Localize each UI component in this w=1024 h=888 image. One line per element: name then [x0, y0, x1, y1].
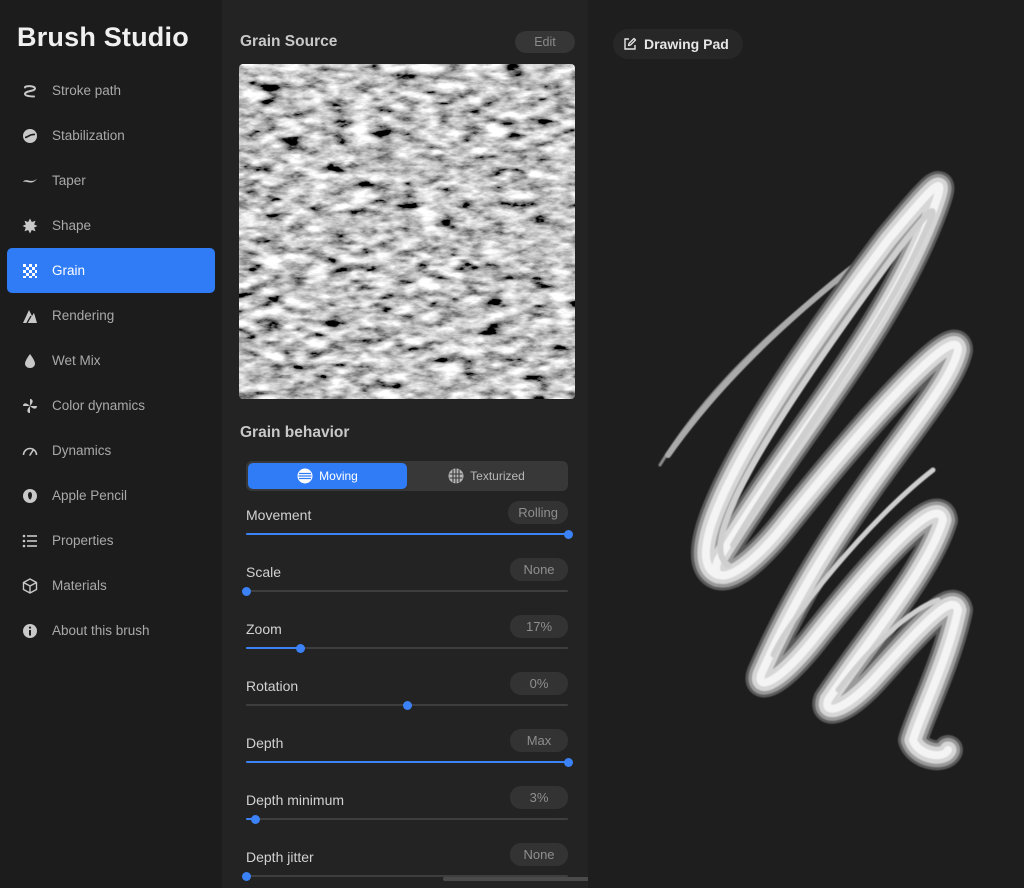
shape-icon [21, 217, 39, 235]
slider-label: Zoom [246, 621, 282, 637]
wet-mix-icon [21, 352, 39, 370]
slider-value-badge[interactable]: 0% [510, 672, 568, 695]
sidebar-item-label: Taper [52, 173, 86, 188]
brush-stroke-preview [658, 171, 973, 771]
sidebar-item-label: Apple Pencil [52, 488, 128, 503]
sidebar-item-properties[interactable]: Properties [7, 518, 215, 563]
properties-icon [21, 532, 39, 550]
slider-label: Movement [246, 507, 312, 523]
texturized-mode-button[interactable]: Texturized [407, 463, 566, 489]
slider-label: Depth minimum [246, 792, 345, 808]
slider-label: Depth [246, 735, 284, 751]
taper-icon [21, 172, 39, 190]
slider-value-badge[interactable]: None [510, 843, 568, 866]
sidebar-item-taper[interactable]: Taper [7, 158, 215, 203]
slider-thumb[interactable] [241, 871, 251, 881]
sidebar-item-grain[interactable]: Grain [7, 248, 215, 293]
sidebar-item-label: Wet Mix [52, 353, 101, 368]
sidebar-item-label: Shape [52, 218, 92, 233]
slider-value-badge[interactable]: 3% [510, 786, 568, 809]
sidebar-item-wet-mix[interactable]: Wet Mix [7, 338, 215, 383]
sidebar-item-rendering[interactable]: Rendering [7, 293, 215, 338]
slider-label: Scale [246, 564, 282, 580]
slider-thumb[interactable] [563, 529, 573, 539]
moving-mode-button[interactable]: Moving [248, 463, 407, 489]
sidebar-item-label: About this brush [52, 623, 150, 638]
materials-icon [21, 577, 39, 595]
grain-behavior-title: Grain behavior [240, 424, 350, 441]
zoom-slider[interactable] [246, 643, 568, 653]
rotation-slider[interactable] [246, 700, 568, 710]
grain-icon [21, 262, 39, 280]
apple-pencil-icon [21, 487, 39, 505]
grain-settings-panel: Grain Source Edit Grain behavior Moving [222, 0, 588, 888]
grain-source-title: Grain Source [240, 33, 338, 50]
sidebar-item-label: Stroke path [52, 83, 122, 98]
edit-grain-button[interactable]: Edit [515, 31, 575, 53]
depth-slider[interactable] [246, 757, 573, 767]
rendering-icon [21, 307, 39, 325]
sidebar-item-color-dynamics[interactable]: Color dynamics [7, 383, 215, 428]
sidebar-item-label: Color dynamics [52, 398, 146, 413]
slider-value-badge[interactable]: 17% [510, 615, 568, 638]
sidebar-item-materials[interactable]: Materials [7, 563, 215, 608]
depth-minimum-slider[interactable] [246, 814, 568, 824]
sidebar-nav: Stroke path Stabilization Taper Shape Gr… [7, 68, 215, 653]
slider-value-badge[interactable]: Max [510, 729, 568, 752]
slider-value-badge[interactable]: None [510, 558, 568, 581]
sidebar-item-label: Materials [52, 578, 107, 593]
texturized-mode-label: Texturized [470, 469, 525, 483]
stroke-path-icon [21, 82, 39, 100]
sidebar-item-shape[interactable]: Shape [7, 203, 215, 248]
app-title: Brush Studio [17, 22, 189, 52]
sidebar-item-about-this-brush[interactable]: About this brush [7, 608, 215, 653]
moving-icon [297, 468, 313, 484]
moving-mode-label: Moving [319, 469, 358, 483]
slider-label: Depth jitter [246, 849, 314, 865]
zoom-slider-row: Zoom 17% [246, 615, 568, 672]
sidebar-item-label: Rendering [52, 308, 115, 323]
rotation-slider-row: Rotation 0% [246, 672, 568, 729]
sidebar-item-stabilization[interactable]: Stabilization [7, 113, 215, 158]
color-dynamics-icon [21, 397, 39, 415]
depth-jitter-slider-row: Depth jitter None [241, 843, 568, 888]
sidebar-item-label: Dynamics [52, 443, 112, 458]
movement-slider[interactable] [246, 529, 573, 539]
slider-thumb[interactable] [241, 586, 251, 596]
scale-slider[interactable] [241, 586, 568, 596]
depth-slider-row: Depth Max [246, 729, 573, 786]
drawing-pad-area[interactable]: Drawing Pad [588, 0, 1024, 888]
sidebar-item-stroke-path[interactable]: Stroke path [7, 68, 215, 113]
slider-thumb[interactable] [402, 700, 412, 710]
sidebar: Brush Studio Stroke path Stabilization T… [0, 0, 222, 888]
slider-fill [246, 647, 301, 649]
dynamics-icon [21, 442, 39, 460]
sidebar-item-label: Stabilization [52, 128, 125, 143]
movement-slider-row: Movement Rolling [246, 501, 573, 558]
sidebar-item-apple-pencil[interactable]: Apple Pencil [7, 473, 215, 518]
slider-thumb[interactable] [251, 814, 261, 824]
depth-minimum-slider-row: Depth minimum 3% [246, 786, 568, 843]
sidebar-item-label: Properties [52, 533, 114, 548]
slider-fill [246, 533, 568, 535]
grain-mode-segmented-control: Moving Texturized [246, 461, 568, 491]
slider-fill [246, 761, 568, 763]
stabilization-icon [21, 127, 39, 145]
scale-slider-row: Scale None [241, 558, 568, 615]
slider-thumb[interactable] [296, 643, 306, 653]
grain-source-preview[interactable] [239, 64, 575, 399]
sidebar-item-label: Grain [52, 263, 86, 278]
slider-thumb[interactable] [563, 757, 573, 767]
slider-value-badge[interactable]: Rolling [508, 501, 568, 524]
sidebar-item-dynamics[interactable]: Dynamics [7, 428, 215, 473]
info-icon [21, 622, 39, 640]
texturized-icon [448, 468, 464, 484]
slider-label: Rotation [246, 678, 299, 694]
